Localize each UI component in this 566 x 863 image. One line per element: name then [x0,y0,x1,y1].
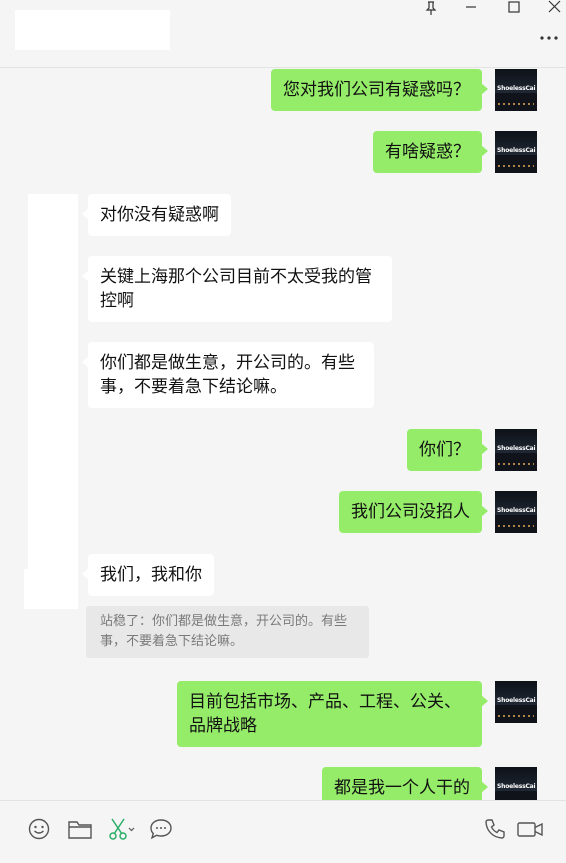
avatar-label: ShoelessCai [497,445,536,452]
message-bubble-sent[interactable]: 我们公司没招人 [339,491,488,533]
avatar[interactable]: ShoelessCai [495,429,537,471]
maximize-icon[interactable] [503,0,525,16]
message-bubble-sent[interactable]: 都是我一个人干的 [322,767,488,800]
avatar[interactable]: ShoelessCai [495,69,537,111]
chat-title-redacted [15,10,170,50]
close-icon[interactable] [544,0,566,16]
input-toolbar [0,800,566,863]
more-icon[interactable] [538,30,560,46]
quoted-message[interactable]: 站稳了：你们都是做生意，开公司的。有些事，不要着急下结论嘛。 [86,606,369,658]
message-bubble-received[interactable]: 关键上海那个公司目前不太受我的管控啊 [82,256,392,322]
avatar-label: ShoelessCai [497,697,536,704]
title-bar [0,0,566,68]
avatar[interactable]: ShoelessCai [495,681,537,723]
message-bubble-sent[interactable]: 目前包括市场、产品、工程、公关、品牌战略 [177,681,488,747]
avatar[interactable]: ShoelessCai [495,491,537,533]
avatar[interactable]: ShoelessCai [495,131,537,173]
avatar-label: ShoelessCai [497,147,536,154]
video-icon[interactable] [516,817,546,841]
phone-icon[interactable] [482,817,508,841]
message-bubble-received[interactable]: 我们，我和你 [82,554,214,596]
folder-icon[interactable] [67,817,93,841]
message-bubble-received[interactable]: 你们都是做生意，开公司的。有些事，不要着急下结论嘛。 [82,342,374,408]
message-bubble-sent[interactable]: 有啥疑惑？ [373,131,488,173]
message-bubble-sent[interactable]: 您对我们公司有疑惑吗？ [271,69,488,111]
pin-icon[interactable] [420,0,442,16]
scissors-icon[interactable] [107,817,137,841]
chat-area[interactable]: 您对我们公司有疑惑吗？ ShoelessCai 有啥疑惑？ ShoelessCa… [0,69,566,800]
avatar[interactable]: ShoelessCai [495,767,537,800]
chat-history-icon[interactable] [148,817,174,841]
emoji-icon[interactable] [26,817,52,841]
message-bubble-received[interactable]: 对你没有疑惑啊 [82,194,231,236]
redacted-avatar-area [24,569,78,609]
minimize-icon[interactable] [460,0,482,16]
avatar-label: ShoelessCai [497,507,536,514]
message-bubble-sent[interactable]: 你们？ [407,429,488,471]
avatar-label: ShoelessCai [497,783,536,790]
redacted-avatar-area [28,194,78,574]
avatar-label: ShoelessCai [497,85,536,92]
